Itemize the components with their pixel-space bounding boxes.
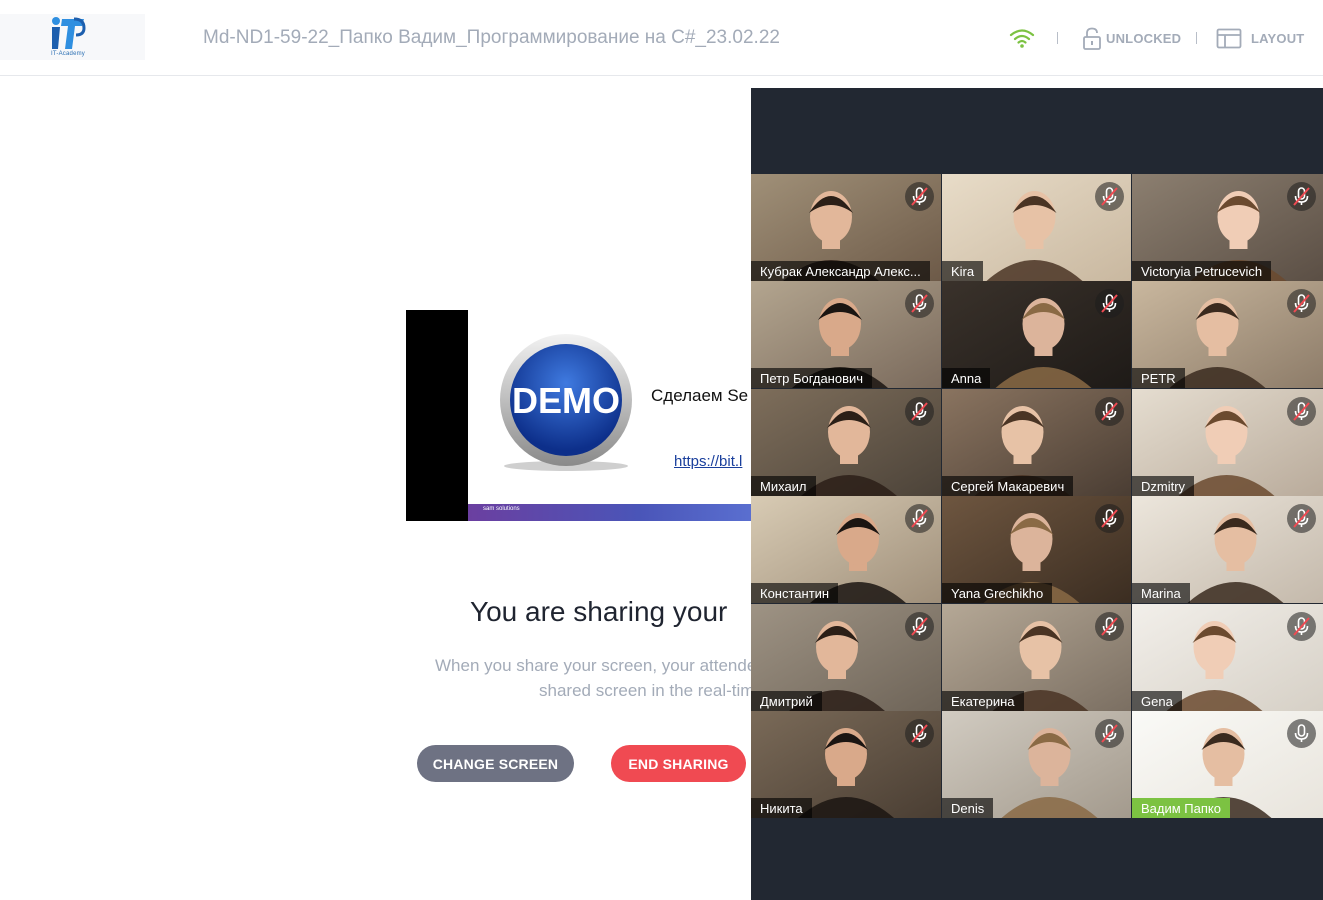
participant-tile[interactable]: PETR: [1132, 281, 1323, 389]
mic-muted-icon: [1287, 611, 1316, 641]
header-divider: [1196, 32, 1197, 44]
mic-muted-icon: [905, 611, 934, 641]
mic-muted-icon: [1287, 289, 1316, 319]
participant-tile[interactable]: Сергей Макаревич: [942, 388, 1131, 496]
slide-text: Сделаем Se: [651, 386, 749, 405]
shared-screen-preview: DEMO Сделаем Se https://bit.l sam soluti…: [406, 310, 752, 521]
sharing-heading: You are sharing your: [470, 596, 728, 627]
mic-muted-icon: [1095, 504, 1124, 534]
participant-name: Gena: [1132, 690, 1182, 711]
mic-muted-icon: [1095, 719, 1124, 748]
participant-tile[interactable]: Dzmitry: [1132, 388, 1323, 496]
participant-tile[interactable]: Петр Богданович: [751, 281, 941, 389]
mic-icon: [1287, 719, 1316, 748]
participant-tile[interactable]: Victoryia Petrucevich: [1132, 174, 1323, 281]
wifi-icon[interactable]: [1008, 26, 1036, 50]
participant-name: Константин: [751, 583, 839, 604]
participant-tile[interactable]: Вадим Папко: [1132, 711, 1323, 818]
mic-muted-icon: [1095, 611, 1124, 641]
participant-name: Вадим Папко: [1132, 798, 1230, 818]
slide-link: https://bit.l: [674, 453, 743, 470]
sharing-description-line1: When you share your screen, your attende: [435, 656, 757, 675]
logo-mark-icon: [52, 17, 86, 49]
participant-tile[interactable]: Anna: [942, 281, 1131, 389]
mic-muted-icon: [1095, 289, 1124, 319]
change-screen-button[interactable]: CHANGE SCREEN: [417, 745, 574, 782]
participant-tile[interactable]: Yana Grechikho: [942, 496, 1131, 604]
it-academy-logo: IT-Academy: [0, 14, 145, 60]
mic-muted-icon: [1095, 396, 1124, 426]
participant-tile[interactable]: Marina: [1132, 496, 1323, 604]
logo-caption: IT-Academy: [51, 51, 86, 57]
participant-tile[interactable]: Никита: [751, 711, 941, 818]
participant-tile[interactable]: Константин: [751, 496, 941, 604]
mic-muted-icon: [905, 396, 934, 426]
participant-name: Denis: [942, 798, 994, 818]
participant-name: Marina: [1132, 583, 1190, 604]
unlock-button[interactable]: UNLOCKED: [1106, 31, 1181, 46]
mic-muted-icon: [1287, 396, 1316, 426]
meeting-title: Md-ND1-59-22_Папко Вадим_Программировани…: [203, 27, 780, 48]
mic-muted-icon: [1287, 182, 1316, 211]
mic-muted-icon: [905, 182, 934, 211]
participant-name: Anna: [942, 368, 991, 389]
participants-video-panel: Кубрак Александр Алекс... Kira Victoryia P…: [751, 88, 1323, 900]
participant-tile[interactable]: Кубрак Александр Алекс...: [751, 174, 941, 281]
participant-name: Yana Grechikho: [942, 583, 1053, 604]
header-divider: [1057, 32, 1058, 44]
demo-badge-icon: DEMO: [500, 334, 632, 471]
participant-name: Кубрак Александр Алекс...: [751, 261, 930, 281]
participant-tile[interactable]: Дмитрий: [751, 603, 941, 711]
participant-name: Никита: [751, 798, 812, 818]
unlock-icon[interactable]: [1082, 27, 1102, 51]
participant-name: Kira: [942, 261, 984, 281]
participant-tile[interactable]: Gena: [1132, 603, 1323, 711]
demo-badge-text: DEMO: [512, 380, 620, 421]
participant-name: Екатерина: [942, 690, 1024, 711]
participant-tile[interactable]: Kira: [942, 174, 1131, 281]
mic-muted-icon: [1095, 182, 1124, 211]
mic-muted-icon: [905, 504, 934, 534]
mic-muted-icon: [905, 289, 934, 319]
participant-name: PETR: [1132, 368, 1185, 389]
participant-name: Victoryia Petrucevich: [1132, 261, 1272, 281]
participant-tile[interactable]: Михаил: [751, 388, 941, 496]
preview-black-bar: [406, 310, 468, 521]
mic-muted-icon: [905, 719, 934, 748]
participant-name: Дмитрий: [751, 690, 822, 711]
sharing-description-line2: shared screen in the real-tim: [539, 681, 755, 700]
slide-brand: sam solutions: [483, 506, 520, 512]
layout-icon[interactable]: [1216, 27, 1242, 51]
end-sharing-button[interactable]: END SHARING: [611, 745, 746, 782]
participant-name: Михаил: [751, 475, 816, 496]
participant-tile[interactable]: Екатерина: [942, 603, 1131, 711]
participant-name: Сергей Макаревич: [942, 475, 1074, 496]
top-bar: IT-Academy Md-ND1-59-22_Папко Вадим_Прог…: [0, 0, 1323, 76]
mic-muted-icon: [1287, 504, 1316, 534]
participant-name: Dzmitry: [1132, 475, 1195, 496]
participant-tile[interactable]: Denis: [942, 711, 1131, 818]
participant-name: Петр Богданович: [751, 368, 873, 389]
layout-button[interactable]: LAYOUT: [1251, 31, 1304, 46]
